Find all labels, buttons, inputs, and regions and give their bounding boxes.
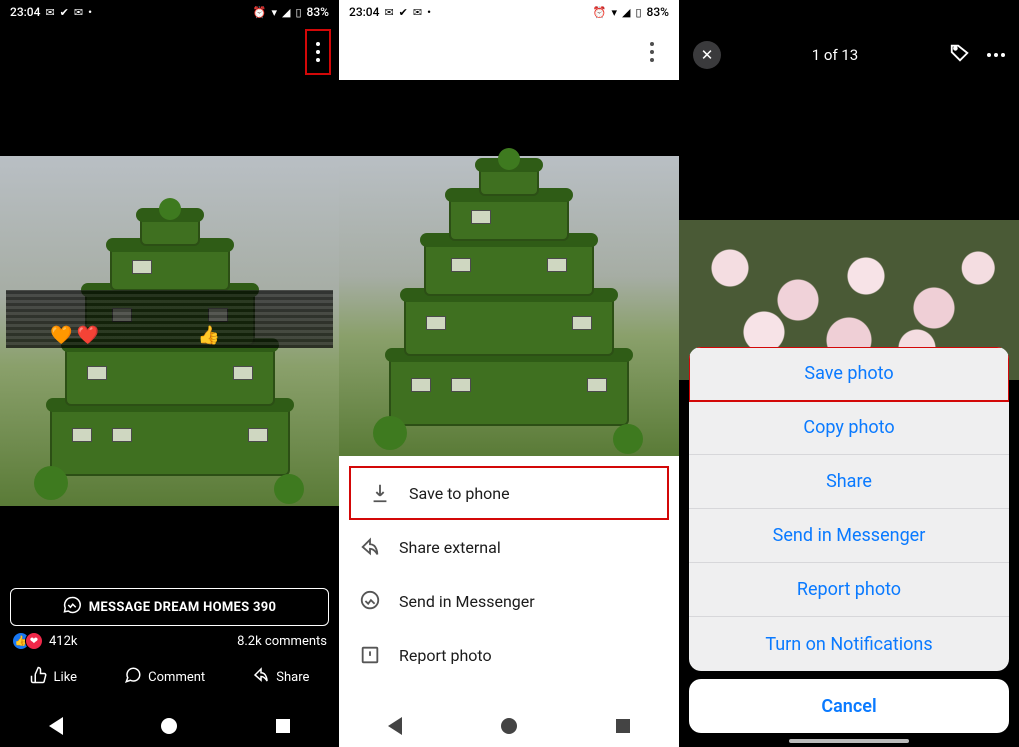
signal-icon: ◢: [282, 6, 290, 19]
share-icon: [252, 666, 270, 688]
report-icon: [359, 644, 381, 666]
status-battery: 83%: [647, 5, 669, 19]
android-nav-bar: [0, 705, 339, 747]
send-in-messenger-option[interactable]: Send in Messenger: [689, 509, 1009, 563]
photo-counter: 1 of 13: [812, 46, 859, 64]
save-photo-label: Save photo: [804, 363, 893, 384]
nav-home-button[interactable]: [161, 718, 177, 734]
more-options-button[interactable]: [305, 29, 331, 75]
screenshot-3-ios-action-sheet: ✕ 1 of 13 159 1 comment 25 shares Save p…: [679, 0, 1019, 747]
status-time: 23:04: [349, 5, 379, 19]
turn-on-notifications-label: Turn on Notifications: [765, 634, 932, 655]
nav-recents-button[interactable]: [616, 719, 630, 733]
post-image[interactable]: [339, 156, 679, 456]
photo-viewer-toolbar: [339, 24, 679, 80]
mail-icon: ✉: [413, 6, 422, 19]
wifi-icon: ▾: [611, 6, 617, 19]
cancel-label: Cancel: [821, 696, 876, 717]
share-label: Share: [276, 670, 309, 685]
save-photo-option[interactable]: Save photo: [689, 347, 1009, 401]
share-option[interactable]: Share: [689, 455, 1009, 509]
turn-on-notifications-option[interactable]: Turn on Notifications: [689, 617, 1009, 671]
more-options-button[interactable]: [639, 29, 665, 75]
caption-emojis: 🧡 ❤️ 👍: [50, 325, 220, 346]
post-image[interactable]: 🧡 ❤️ 👍: [0, 156, 339, 506]
nav-back-button[interactable]: [49, 717, 63, 735]
share-label: Share: [826, 471, 872, 492]
post-actions-row: Like Comment Share: [0, 656, 339, 696]
share-arrow-icon: [359, 536, 381, 558]
messenger-icon: [63, 596, 81, 618]
battery-icon: ▯: [295, 6, 301, 19]
nav-home-button[interactable]: [501, 718, 517, 734]
reaction-count: 412k: [49, 634, 78, 649]
tag-icon[interactable]: [949, 42, 971, 68]
status-bar: 23:04 ✉ ✔ ✉ • ⏰ ▾ ◢ ▯ 83%: [0, 0, 339, 24]
options-bottom-sheet: Save to phone Share external Send in Mes…: [339, 466, 679, 682]
nav-back-button[interactable]: [388, 717, 402, 735]
nav-recents-button[interactable]: [276, 719, 290, 733]
status-time: 23:04: [10, 5, 40, 19]
status-battery: 83%: [307, 5, 329, 19]
report-photo-option[interactable]: Report photo: [339, 628, 679, 682]
photo-viewer-toolbar: [0, 24, 339, 80]
send-in-messenger-label: Send in Messenger: [773, 525, 926, 546]
save-to-phone-label: Save to phone: [409, 484, 510, 503]
love-reaction-icon: ❤: [25, 632, 43, 650]
screenshot-1-android-photo-view: 23:04 ✉ ✔ ✉ • ⏰ ▾ ◢ ▯ 83%: [0, 0, 339, 747]
mail-icon: ✉: [74, 6, 83, 19]
mail-icon: ✉: [45, 6, 54, 19]
report-photo-label: Report photo: [797, 579, 901, 600]
comment-button[interactable]: Comment: [124, 666, 205, 688]
alarm-icon: ⏰: [593, 6, 607, 19]
dot-icon: •: [427, 6, 431, 19]
battery-icon: ▯: [635, 6, 641, 19]
copy-photo-option[interactable]: Copy photo: [689, 401, 1009, 455]
message-page-label: MESSAGE DREAM HOMES 390: [89, 600, 277, 615]
status-bar: 23:04 ✉ ✔ ✉ • ⏰ ▾ ◢ ▯ 83%: [339, 0, 679, 24]
reactions-row[interactable]: 👍 ❤ 412k 8.2k comments: [0, 626, 339, 656]
share-button[interactable]: Share: [252, 666, 309, 688]
signal-icon: ◢: [622, 6, 630, 19]
dot-icon: •: [88, 6, 92, 19]
android-nav-bar: [339, 705, 679, 747]
photo-viewer-header: ✕ 1 of 13: [679, 30, 1019, 80]
download-icon: [369, 482, 391, 504]
like-button[interactable]: Like: [30, 666, 78, 688]
wifi-icon: ▾: [271, 6, 277, 19]
ios-action-sheet: Save photo Copy photo Share Send in Mess…: [689, 347, 1009, 733]
close-button[interactable]: ✕: [693, 41, 721, 69]
check-icon: ✔: [399, 6, 408, 19]
alarm-icon: ⏰: [253, 6, 267, 19]
mail-icon: ✉: [384, 6, 393, 19]
share-external-option[interactable]: Share external: [339, 520, 679, 574]
send-in-messenger-label: Send in Messenger: [399, 592, 535, 611]
cancel-button[interactable]: Cancel: [689, 679, 1009, 733]
like-label: Like: [54, 670, 78, 685]
share-external-label: Share external: [399, 538, 501, 557]
save-to-phone-option[interactable]: Save to phone: [349, 466, 669, 520]
messenger-icon: [359, 590, 381, 612]
check-icon: ✔: [60, 6, 69, 19]
report-photo-option[interactable]: Report photo: [689, 563, 1009, 617]
comment-icon: [124, 666, 142, 688]
comment-count[interactable]: 8.2k comments: [237, 634, 327, 649]
send-in-messenger-option[interactable]: Send in Messenger: [339, 574, 679, 628]
report-photo-label: Report photo: [399, 646, 492, 665]
ios-home-indicator[interactable]: [789, 739, 909, 743]
message-page-button[interactable]: MESSAGE DREAM HOMES 390: [10, 588, 329, 626]
screenshot-2-android-options-sheet: 23:04 ✉ ✔ ✉ • ⏰ ▾ ◢ ▯ 83%: [339, 0, 679, 747]
more-options-button[interactable]: [987, 53, 1005, 57]
thumbs-up-icon: [30, 666, 48, 688]
comment-label: Comment: [148, 670, 205, 685]
copy-photo-label: Copy photo: [803, 417, 894, 438]
